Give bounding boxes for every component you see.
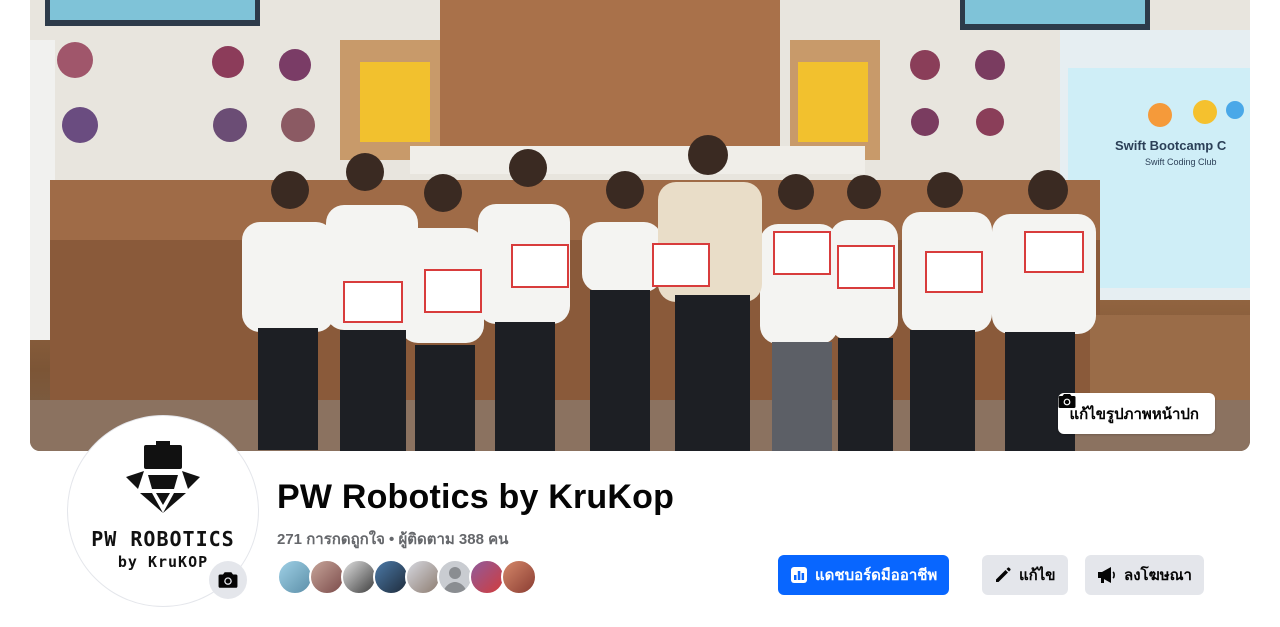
follower-avatar[interactable]	[405, 559, 441, 595]
professional-dashboard-label: แดชบอร์ดมืออาชีพ	[815, 567, 938, 584]
follower-avatar[interactable]	[277, 559, 313, 595]
update-profile-picture-button[interactable]	[209, 561, 247, 599]
advertise-button[interactable]: ลงโฆษณา	[1085, 555, 1204, 595]
robot-logo-icon	[126, 441, 200, 513]
page-header: Swift Bootcamp C Swift Coding Club แก้ไข…	[0, 0, 1280, 627]
cover-photo[interactable]: Swift Bootcamp C Swift Coding Club แก้ไข…	[30, 0, 1250, 451]
logo-subtitle: by KruKOP	[117, 553, 209, 571]
page-stats[interactable]: 271 การกดถูกใจ • ผู้ติดตาม 388 คน	[277, 527, 508, 551]
advertise-label: ลงโฆษณา	[1124, 567, 1192, 584]
edit-page-label: แก้ไข	[1019, 567, 1056, 584]
edit-page-button[interactable]: แก้ไข	[982, 555, 1068, 595]
follower-avatar[interactable]	[469, 559, 505, 595]
follower-avatar[interactable]	[341, 559, 377, 595]
screen-subtitle: Swift Coding Club	[1145, 157, 1217, 167]
camera-icon	[1058, 394, 1075, 408]
dashboard-icon	[791, 567, 807, 583]
logo-title: PW ROBOTICS	[91, 527, 235, 551]
follower-avatars	[277, 559, 537, 595]
edit-cover-photo-label: แก้ไขรูปภาพหน้าปก	[1069, 405, 1200, 423]
edit-cover-photo-button[interactable]: แก้ไขรูปภาพหน้าปก	[1057, 393, 1215, 434]
cover-photo-scene: Swift Bootcamp C Swift Coding Club	[30, 0, 1250, 451]
follower-avatar[interactable]	[373, 559, 409, 595]
megaphone-icon	[1098, 567, 1115, 583]
screen-title: Swift Bootcamp C	[1115, 138, 1227, 153]
follower-avatar[interactable]	[309, 559, 345, 595]
camera-icon	[218, 572, 238, 588]
default-user-icon	[443, 567, 467, 593]
page-title: PW Robotics by KruKop	[277, 478, 675, 516]
professional-dashboard-button[interactable]: แดชบอร์ดมืออาชีพ	[778, 555, 950, 595]
pencil-icon	[996, 567, 1011, 582]
follower-avatar[interactable]	[501, 559, 537, 595]
follower-avatar[interactable]	[437, 559, 473, 595]
